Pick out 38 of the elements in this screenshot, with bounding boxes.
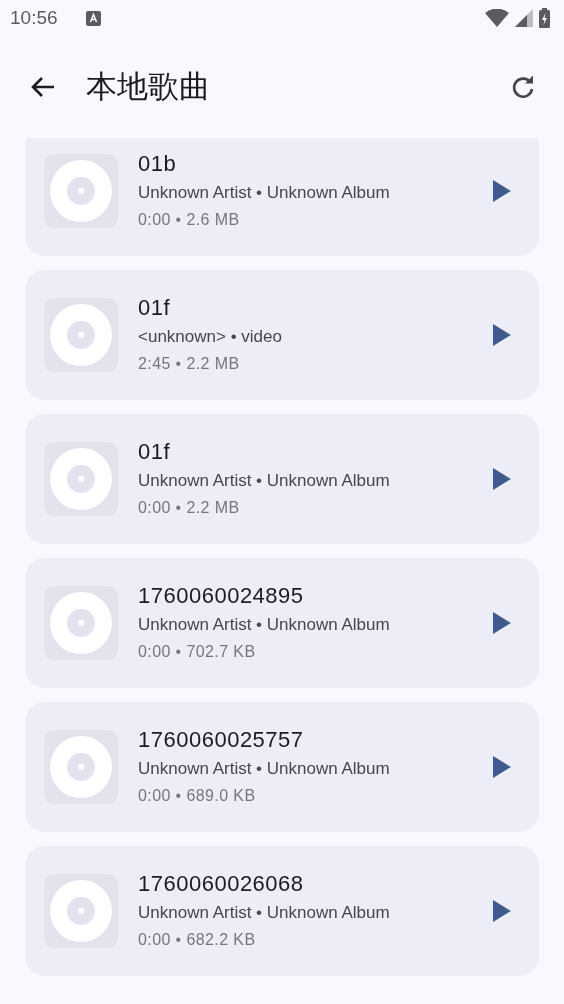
play-icon (493, 612, 511, 634)
song-duration-size: 2:45 • 2.2 MB (138, 354, 241, 374)
song-artist-album: Unknown Artist • Unknown Album (138, 758, 391, 780)
battery-icon (539, 8, 550, 28)
album-art-icon (44, 298, 118, 372)
play-icon (493, 900, 511, 922)
play-icon (493, 324, 511, 346)
song-title: 01f (138, 438, 172, 466)
song-duration-size: 0:00 • 689.0 KB (138, 786, 257, 806)
song-title: 1760060026068 (138, 870, 305, 898)
song-duration-size: 0:00 • 702.7 KB (138, 642, 257, 662)
album-art-icon (44, 874, 118, 948)
song-title: 1760060024895 (138, 582, 305, 610)
song-title: 01f (138, 294, 172, 322)
keyboard-icon (85, 10, 101, 26)
song-duration-size: 0:00 • 682.2 KB (138, 930, 257, 950)
song-artist-album: Unknown Artist • Unknown Album (138, 182, 391, 204)
album-art-icon (44, 154, 118, 228)
signal-icon (515, 9, 533, 27)
album-art-icon (44, 730, 118, 804)
song-artist-album: Unknown Artist • Unknown Album (138, 614, 391, 636)
album-art-icon (44, 442, 118, 516)
song-artist-album: Unknown Artist • Unknown Album (138, 902, 391, 924)
page-title: 本地歌曲 (86, 68, 211, 106)
back-arrow-icon (30, 75, 56, 99)
song-title: 01b (138, 150, 178, 178)
song-title: 1760060025757 (138, 726, 305, 754)
refresh-icon (510, 74, 536, 100)
song-duration-size: 0:00 • 2.6 MB (138, 210, 241, 230)
wifi-icon (485, 9, 509, 27)
song-duration-size: 0:00 • 2.2 MB (138, 498, 241, 518)
song-artist-album: <unknown> • video (138, 326, 283, 348)
status-time: 10:56 (10, 7, 58, 29)
song-artist-album: Unknown Artist • Unknown Album (138, 470, 391, 492)
album-art-icon (44, 586, 118, 660)
play-icon (493, 756, 511, 778)
play-icon (493, 180, 511, 202)
play-icon (493, 468, 511, 490)
